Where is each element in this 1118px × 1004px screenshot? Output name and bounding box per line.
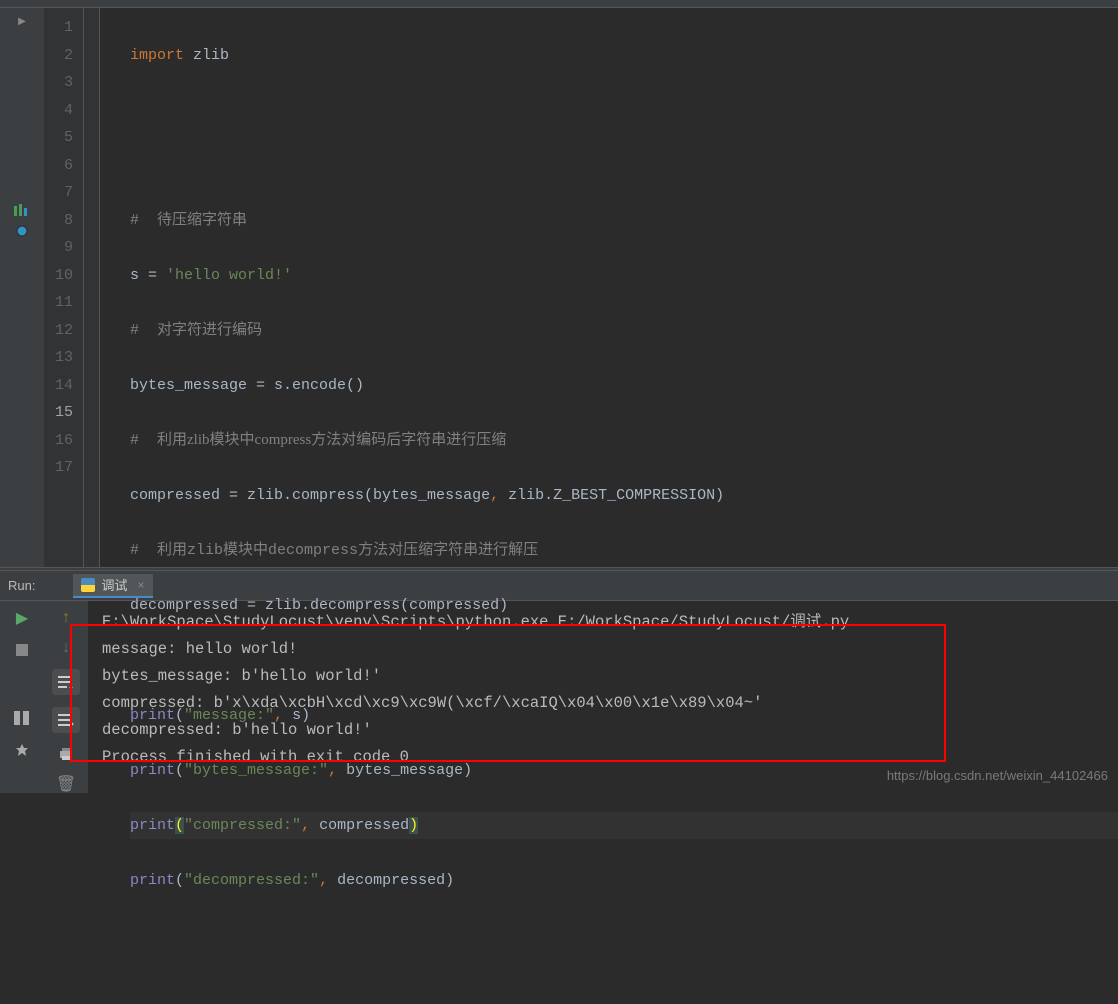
comment: 方法对压缩字符串进行解压: [358, 542, 538, 559]
console-line: E:\WorkSpace\StudyLocust\venv\Scripts\py…: [102, 609, 1118, 636]
run-toolbar-secondary: ↑ ↓ 🗑: [44, 601, 88, 793]
console-line: decompressed: b'hello world!': [102, 717, 1118, 744]
code-area[interactable]: import zlib # 待压缩字符串 s = 'hello world!' …: [100, 8, 1118, 567]
watermark-text: https://blog.csdn.net/weixin_44102466: [887, 762, 1108, 789]
paren-open-highlight: (: [175, 817, 184, 834]
var: compressed: [130, 487, 220, 504]
up-arrow-icon[interactable]: ↑: [57, 609, 75, 627]
main-area: ▶ 123456789 1011121314151617 import zlib…: [0, 8, 1118, 567]
comment: 模块中: [210, 432, 255, 449]
stop-icon[interactable]: [13, 641, 31, 659]
soft-wrap-icon[interactable]: [52, 669, 80, 695]
fold-icon[interactable]: ▶: [18, 16, 26, 28]
comment: # 利用: [130, 432, 187, 449]
comment: # 待压缩字符串: [130, 212, 247, 229]
comment: zlib: [187, 432, 210, 448]
pin-icon[interactable]: [13, 741, 31, 759]
run-toolbar-primary: ▶: [0, 601, 44, 793]
var: bytes_message: [130, 377, 247, 394]
run-panel: Run: 调试 × ▶ ↑ ↓: [0, 571, 1118, 793]
rerun-icon[interactable]: ▶: [13, 609, 31, 627]
builtin-print: print: [130, 817, 175, 834]
trash-icon[interactable]: 🗑: [57, 775, 75, 793]
fold-column: [84, 8, 100, 567]
paren-close-highlight: ): [409, 817, 418, 834]
editor-area[interactable]: 123456789 1011121314151617 import zlib #…: [44, 8, 1118, 567]
comment: 模块中: [223, 542, 268, 559]
down-arrow-icon[interactable]: ↓: [57, 639, 75, 657]
comma: ,: [301, 817, 310, 834]
comma: ,: [490, 487, 499, 504]
comment: zlib: [187, 542, 223, 559]
run-panel-title: Run:: [8, 578, 35, 593]
comment: decompress: [268, 542, 358, 559]
layout-icon[interactable]: [13, 709, 31, 727]
comment: # 利用: [130, 542, 187, 559]
comment: compress: [255, 432, 312, 448]
run-indicator-icon[interactable]: [14, 204, 30, 218]
breakpoint-icon[interactable]: [15, 224, 29, 238]
console-output[interactable]: E:\WorkSpace\StudyLocust\venv\Scripts\py…: [88, 601, 1118, 793]
line-number-gutter: 123456789 1011121314151617: [44, 8, 84, 567]
python-file-icon: [81, 578, 95, 592]
paren: (: [175, 872, 184, 889]
module-name: zlib: [193, 47, 229, 64]
editor-tabs-bar: [0, 0, 1118, 8]
call: zlib.compress(bytes_message: [247, 487, 490, 504]
string: "decompressed:": [184, 872, 319, 889]
scroll-to-end-icon[interactable]: [52, 707, 80, 733]
console-line: bytes_message: b'hello world!': [102, 663, 1118, 690]
left-gutter: ▶: [0, 8, 44, 567]
eq: =: [220, 487, 247, 504]
arg: zlib.Z_BEST_COMPRESSION): [499, 487, 724, 504]
args: compressed: [310, 817, 409, 834]
run-tab-label: 调试: [101, 575, 127, 594]
string: "compressed:": [184, 817, 301, 834]
console-line: compressed: b'x\xda\xcbH\xcd\xc9\xc9W(\x…: [102, 690, 1118, 717]
call: s.encode(): [274, 377, 364, 394]
string: 'hello world!': [166, 267, 292, 284]
console-line: message: hello world!: [102, 636, 1118, 663]
builtin-print: print: [130, 872, 175, 889]
eq: =: [139, 267, 166, 284]
args: decompressed): [328, 872, 454, 889]
print-icon[interactable]: [57, 745, 75, 763]
comma: ,: [319, 872, 328, 889]
var: s: [130, 267, 139, 284]
eq: =: [247, 377, 274, 394]
keyword-import: import: [130, 47, 184, 64]
comment: # 对字符进行编码: [130, 322, 262, 339]
comment: 方法对编码后字符串进行压缩: [311, 432, 506, 449]
